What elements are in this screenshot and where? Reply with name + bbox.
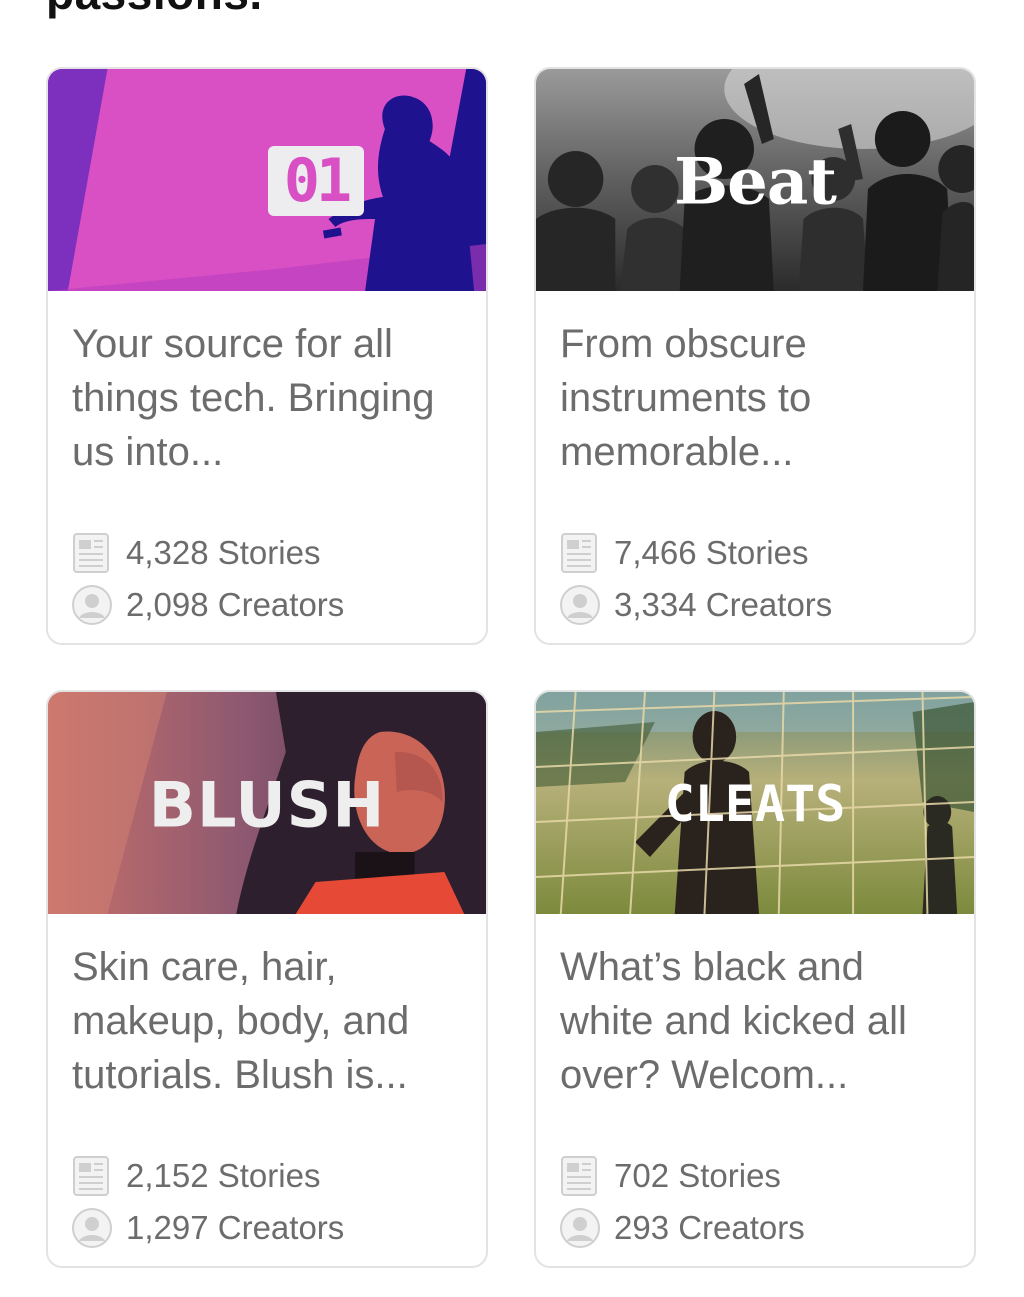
stories-count: 702 Stories: [558, 1150, 974, 1202]
card-stats: 702 Stories 293 Creators: [558, 1150, 974, 1254]
creators-count: 293 Creators: [558, 1202, 974, 1254]
brand-logo-cleats: CLEATS: [664, 775, 846, 833]
newspaper-icon: [561, 1156, 597, 1196]
creators-count: 3,334 Creators: [558, 579, 974, 631]
stories-count: 4,328 Stories: [70, 527, 486, 579]
user-avatar-icon: [560, 585, 600, 625]
card-description: Skin care, hair, makeup, body, and tutor…: [72, 945, 410, 1097]
newspaper-icon: [561, 533, 597, 573]
community-card-cleats[interactable]: CLEATS What’s black and white and kicked…: [534, 690, 976, 1268]
card-banner-image: BLUSH: [48, 692, 486, 914]
card-stats: 4,328 Stories 2,098 Creators: [70, 527, 486, 631]
community-card-blush[interactable]: BLUSH Skin care, hair, makeup, body, and…: [46, 690, 488, 1268]
brand-logo-beat: Beat: [674, 144, 837, 220]
brand-logo-01: 01: [268, 146, 364, 216]
card-stats: 2,152 Stories 1,297 Creators: [70, 1150, 486, 1254]
brand-logo-blush: BLUSH: [148, 768, 386, 842]
user-avatar-icon: [72, 1208, 112, 1248]
newspaper-icon: [73, 1156, 109, 1196]
card-banner-image: Beat: [536, 69, 974, 291]
card-stats: 7,466 Stories 3,334 Creators: [558, 527, 974, 631]
card-description: Your source for all things tech. Bringin…: [72, 322, 435, 474]
stories-count: 7,466 Stories: [558, 527, 974, 579]
section-heading: passions.: [46, 0, 263, 20]
card-banner-image: CLEATS: [536, 692, 974, 914]
user-avatar-icon: [72, 585, 112, 625]
creators-count: 1,297 Creators: [70, 1202, 486, 1254]
newspaper-icon: [73, 533, 109, 573]
card-description: What’s black and white and kicked all ov…: [560, 945, 907, 1097]
community-card-beat[interactable]: Beat From obscure instruments to memorab…: [534, 67, 976, 645]
card-banner-image: 01: [48, 69, 486, 291]
stories-count: 2,152 Stories: [70, 1150, 486, 1202]
creators-count: 2,098 Creators: [70, 579, 486, 631]
card-description: From obscure instruments to memorable...: [560, 322, 812, 474]
user-avatar-icon: [560, 1208, 600, 1248]
community-card-tech[interactable]: 01 Your source for all things tech. Brin…: [46, 67, 488, 645]
